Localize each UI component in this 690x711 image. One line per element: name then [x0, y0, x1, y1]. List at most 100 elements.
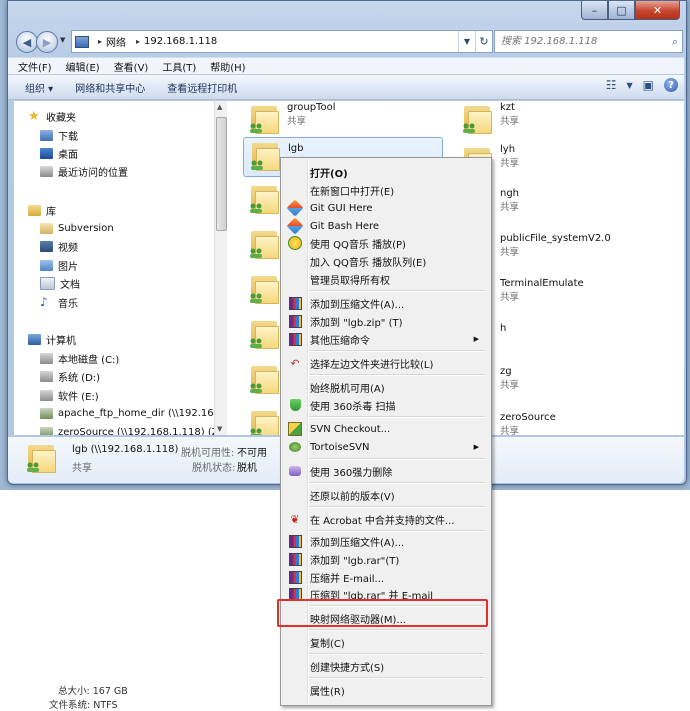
search-input[interactable]	[499, 35, 663, 48]
menu-create-shortcut[interactable]: 创建快捷方式(S)	[283, 657, 487, 675]
menu-restore-versions[interactable]: 还原以前的版本(V)	[283, 486, 487, 504]
menu-view[interactable]: 查看(V)	[114, 59, 149, 74]
nav-label: 最近访问的位置	[58, 167, 128, 179]
caption-buttons: – □ ✕	[581, 1, 680, 20]
menu-add-archive[interactable]: 添加到压缩文件(A)...	[283, 294, 487, 312]
network-icon	[75, 35, 89, 48]
address-segment-network[interactable]: ▸ 网络	[91, 34, 129, 49]
folder-kzt[interactable]: kzt 共享	[442, 101, 642, 141]
menu-file[interactable]: 文件(F)	[18, 59, 52, 74]
menu-label: 添加到 "lgb.zip" (T)	[310, 317, 403, 329]
network-center-button[interactable]: 网络和共享中心	[75, 80, 145, 95]
menu-360-force-delete[interactable]: 使用 360强力删除	[283, 462, 487, 480]
menu-qqmusic-queue[interactable]: 加入 QQ音乐 播放队列(E)	[283, 252, 487, 270]
git-icon	[286, 217, 304, 235]
menu-compare-folder[interactable]: ↶ 选择左边文件夹进行比较(L)	[283, 354, 487, 372]
menu-label: 复制(C)	[310, 638, 345, 650]
total-size: 总大小: 167 GB	[58, 686, 128, 697]
file-name: h	[500, 323, 507, 334]
menu-other-compress[interactable]: 其他压缩命令 ▶	[283, 330, 487, 348]
nav-zerosource-share[interactable]: zeroSource (\\192.168.1.118) (Z:)	[40, 423, 214, 435]
address-bar[interactable]: ▸ 网络 ▸ 192.168.1.118 ▼ ↻	[71, 30, 493, 53]
menu-label: SVN Checkout...	[310, 423, 391, 435]
menu-open-new-window[interactable]: 在新窗口中打开(E)	[283, 181, 487, 199]
nav-label: 系统 (D:)	[58, 372, 101, 384]
menu-copy[interactable]: 复制(C)	[283, 633, 487, 651]
menu-bar: 文件(F) 编辑(E) 查看(V) 工具(T) 帮助(H)	[8, 57, 684, 74]
menu-compress-email[interactable]: 压缩并 E-mail...	[283, 568, 487, 586]
command-bar: 组织 ▾ 网络和共享中心 查看远程打印机 ☷ ▼ ▣ ?	[8, 75, 684, 100]
address-segment-host[interactable]: ▸ 192.168.1.118	[129, 36, 220, 47]
menu-acrobat-combine[interactable]: ❦ 在 Acrobat 中合并支持的文件...	[283, 510, 487, 528]
recent-places-icon	[40, 165, 53, 177]
nav-drive-d[interactable]: 系统 (D:)	[40, 367, 100, 385]
scroll-down-icon[interactable]: ▼	[217, 425, 222, 433]
address-dropdown-icon[interactable]: ▼	[458, 31, 475, 52]
menu-help[interactable]: 帮助(H)	[210, 59, 245, 74]
recent-pages-dropdown[interactable]: ▼	[60, 36, 65, 44]
svn-checkout-icon	[288, 422, 302, 436]
file-name: ngh	[500, 188, 520, 199]
computer-icon	[28, 333, 41, 345]
nav-music[interactable]: ♪ 音乐	[40, 293, 78, 311]
drive-icon	[40, 352, 53, 364]
nav-label: Subversion	[58, 222, 114, 234]
menu-qqmusic-play[interactable]: 使用 QQ音乐 播放(P)	[283, 234, 487, 252]
nav-favorites[interactable]: ★ 收藏夹	[28, 107, 76, 125]
search-icon[interactable]: ⌕	[672, 35, 678, 49]
shared-folder-icon	[250, 140, 280, 171]
details-name: lgb (\\192.168.1.118)	[72, 444, 179, 455]
menu-open[interactable]: 打开(O)	[283, 163, 487, 181]
file-type: 共享	[500, 202, 520, 213]
organize-button[interactable]: 组织 ▾	[25, 80, 53, 95]
search-box[interactable]: ⌕	[494, 30, 683, 53]
close-button[interactable]: ✕	[635, 1, 680, 20]
shared-folder-icon	[249, 363, 279, 394]
menu-add-lgb-zip[interactable]: 添加到 "lgb.zip" (T)	[283, 312, 487, 330]
nav-videos[interactable]: 视频	[40, 237, 78, 255]
nav-label: 图片	[58, 261, 78, 273]
nav-label: 视频	[58, 242, 78, 254]
menu-git-gui[interactable]: Git GUI Here	[283, 199, 487, 217]
help-icon[interactable]: ?	[664, 78, 678, 92]
forward-button[interactable]: ▶	[36, 31, 58, 53]
network-drive-icon	[40, 426, 53, 435]
menu-always-offline[interactable]: 始终脱机可用(A)	[283, 378, 487, 396]
menu-label: 始终脱机可用(A)	[310, 383, 385, 395]
nav-pictures[interactable]: 图片	[40, 256, 78, 274]
minimize-button[interactable]: –	[581, 1, 608, 20]
nav-libraries[interactable]: 库	[28, 201, 56, 219]
nav-recent[interactable]: 最近访问的位置	[40, 162, 128, 180]
scroll-up-icon[interactable]: ▲	[217, 103, 222, 111]
nav-documents[interactable]: 文档	[40, 274, 80, 292]
menu-svn-checkout[interactable]: SVN Checkout...	[283, 420, 487, 438]
scroll-thumb[interactable]	[216, 117, 227, 231]
menu-tortoisesvn[interactable]: TortoiseSVN ▶	[283, 438, 487, 456]
menu-git-bash[interactable]: Git Bash Here	[283, 217, 487, 235]
menu-tools[interactable]: 工具(T)	[162, 59, 196, 74]
nav-computer[interactable]: 计算机	[28, 330, 76, 348]
folder-grouptool[interactable]: groupTool 共享	[229, 101, 429, 141]
menu-edit[interactable]: 编辑(E)	[66, 59, 100, 74]
file-name: groupTool	[287, 102, 336, 113]
menu-add-lgb-rar[interactable]: 添加到 "lgb.rar"(T)	[283, 550, 487, 568]
nav-apache-share[interactable]: apache_ftp_home_dir (\\192.168.1	[40, 404, 214, 422]
navigation-scrollbar[interactable]: ▲ ▼	[214, 101, 227, 435]
menu-take-ownership[interactable]: 管理员取得所有权	[283, 270, 487, 288]
preview-pane-icon[interactable]: ▣	[643, 78, 654, 92]
back-button[interactable]: ◀	[16, 31, 38, 53]
nav-drive-e[interactable]: 软件 (E:)	[40, 386, 99, 404]
menu-rar-add-archive[interactable]: 添加到压缩文件(A)...	[283, 532, 487, 550]
nav-subversion[interactable]: Subversion	[40, 219, 114, 237]
nav-desktop[interactable]: 桌面	[40, 144, 78, 162]
refresh-icon[interactable]: ↻	[475, 31, 492, 52]
menu-properties[interactable]: 属性(R)	[283, 681, 487, 699]
view-options-icon[interactable]: ☷	[606, 78, 617, 92]
view-dropdown-icon[interactable]: ▼	[627, 81, 633, 90]
maximize-button[interactable]: □	[608, 1, 635, 20]
nav-downloads[interactable]: 下载	[40, 126, 78, 144]
menu-360-scan[interactable]: 使用 360杀毒 扫描	[283, 396, 487, 414]
remote-printer-button[interactable]: 查看远程打印机	[167, 80, 237, 95]
drive-icon	[40, 389, 53, 401]
nav-drive-c[interactable]: 本地磁盘 (C:)	[40, 349, 119, 367]
